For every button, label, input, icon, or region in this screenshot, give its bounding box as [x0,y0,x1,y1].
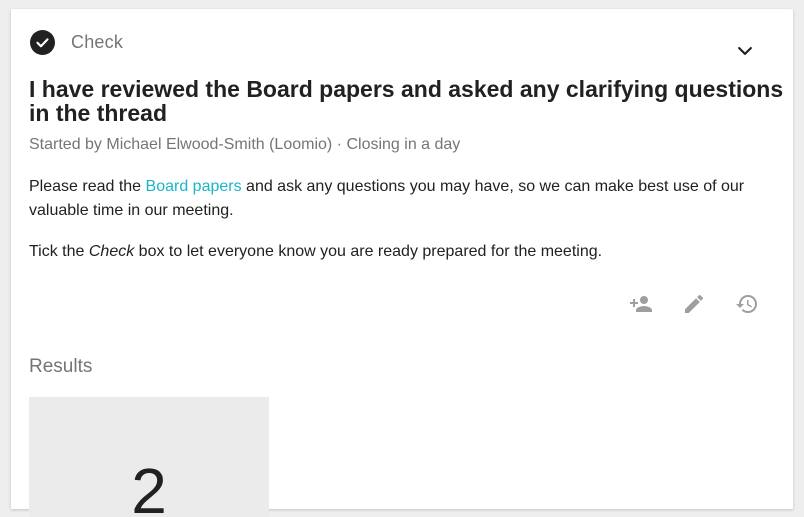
history-button[interactable] [735,292,759,316]
edit-icon [685,294,704,313]
chevron-down-icon [738,47,752,56]
poll-actions [629,292,759,316]
poll-type-label: Check [71,31,124,52]
details-text: Tick the [29,243,89,260]
invite-button[interactable] [629,292,653,316]
poll-details-paragraph-2: Tick the Check box to let everyone know … [29,240,769,264]
check-circle-icon [30,29,55,55]
expand-button[interactable] [733,39,757,63]
results-heading: Results [29,356,93,377]
result-count: 2 [131,455,167,517]
poll-type-header: Check [30,29,123,55]
poll-title: I have reviewed the Board papers and ask… [29,76,784,126]
details-emphasis: Check [88,243,135,260]
edit-button[interactable] [682,292,706,316]
board-papers-link[interactable]: Board papers [146,178,242,195]
result-count-box: 2 [29,397,269,517]
details-text: box to let everyone know you are ready p… [134,243,603,260]
details-text: Please read the [29,178,146,195]
poll-card: Check I have reviewed the Board papers a… [11,9,793,517]
add-person-icon [630,296,652,312]
history-icon [736,295,757,313]
poll-details-paragraph-1: Please read the Board papers and ask any… [29,175,769,223]
poll-meta: Started by Michael Elwood-Smith (Loomio)… [29,136,461,153]
